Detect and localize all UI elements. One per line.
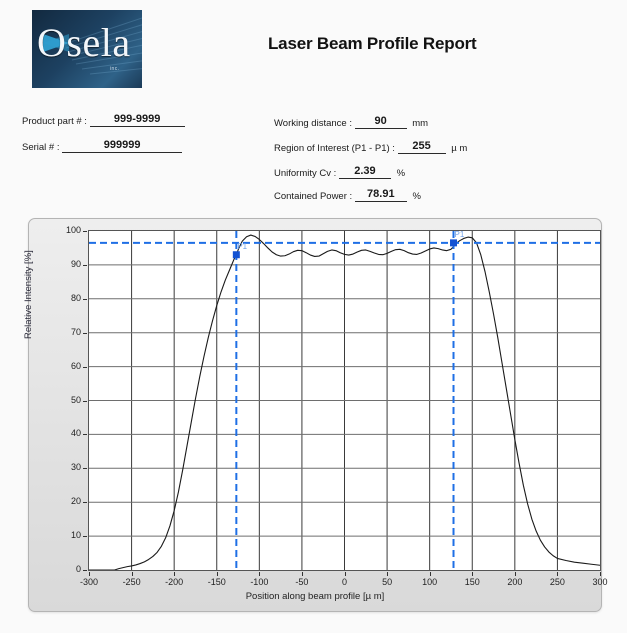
report-header: Osela inc. Laser Beam Profile Report Pro…	[0, 0, 627, 210]
annotation-label-p1: P1	[454, 229, 465, 239]
field-region-of-interest: Region of Interest (P1 - P1) : 255 µ m	[274, 140, 467, 154]
x-axis-tick	[131, 572, 133, 576]
y-axis-tick	[83, 332, 87, 334]
y-axis-tick-label: 70	[70, 326, 81, 337]
field-serial: Serial # : 999999	[22, 139, 183, 153]
x-axis-tick	[472, 572, 474, 576]
field-serial-label: Serial # :	[22, 142, 60, 153]
field-contained-power: Contained Power : 78.91 %	[274, 188, 421, 202]
field-working-distance-value: 90	[354, 115, 407, 129]
x-axis-title: Position along beam profile [µ m]	[245, 591, 385, 602]
y-axis-tick	[83, 434, 87, 436]
field-uniformity-cv-label: Uniformity Cv :	[274, 168, 337, 179]
y-axis-tick-label: 30	[70, 462, 81, 473]
field-serial-value: 999999	[62, 139, 183, 153]
x-axis-tick	[557, 572, 559, 576]
field-working-distance-unit: mm	[412, 118, 429, 129]
y-axis-tick-label: 20	[70, 496, 81, 507]
y-axis-tick-label: 100	[65, 225, 81, 235]
field-contained-power-unit: %	[412, 191, 421, 202]
field-uniformity-cv: Uniformity Cv : 2.39 %	[274, 165, 405, 179]
y-axis-tick	[83, 298, 87, 300]
beam-profile-svg	[89, 231, 600, 570]
y-axis-tick	[83, 366, 87, 368]
x-axis-tick-label: 50	[382, 577, 393, 587]
y-axis-tick-label: 40	[70, 428, 81, 439]
field-region-of-interest-value: 255	[397, 140, 446, 154]
x-axis-tick-label: -250	[122, 577, 141, 587]
osela-logo: Osela inc.	[32, 10, 142, 88]
field-contained-power-value: 78.91	[354, 188, 407, 202]
field-working-distance: Working distance : 90 mm	[274, 115, 428, 129]
y-axis-tick	[83, 264, 87, 266]
y-axis-title: Relative Intensity [%]	[23, 250, 34, 339]
field-product-part-label: Product part # :	[22, 116, 87, 127]
y-axis-tick-label: 0	[75, 564, 81, 574]
x-axis-tick	[259, 572, 261, 576]
logo-inc-text: inc.	[110, 66, 120, 72]
y-axis-tick	[83, 468, 87, 470]
y-axis-tick	[83, 536, 87, 538]
x-axis-tick-label: 150	[464, 577, 480, 587]
x-axis-tick-label: 300	[592, 577, 608, 587]
x-axis-tick-label: 200	[507, 577, 523, 587]
x-axis-tick	[89, 572, 90, 576]
x-axis-tick-label: 0	[341, 577, 347, 587]
y-axis-tick	[83, 570, 87, 571]
x-axis-tick	[216, 572, 218, 576]
field-region-of-interest-unit: µ m	[451, 143, 468, 154]
x-axis-tick-label: 100	[422, 577, 438, 587]
page-title: Laser Beam Profile Report	[268, 34, 477, 53]
beam-profile-plot	[88, 230, 601, 571]
y-axis-tick	[83, 231, 87, 232]
x-axis-tick-label: 250	[549, 577, 565, 587]
x-axis-tick	[429, 572, 431, 576]
x-axis-tick	[387, 572, 389, 576]
x-axis-tick	[514, 572, 516, 576]
field-contained-power-label: Contained Power :	[274, 191, 353, 202]
y-axis-tick-label: 90	[70, 258, 81, 269]
beam-profile-chart-panel: Relative Intensity [%] Position along be…	[23, 218, 608, 612]
field-region-of-interest-label: Region of Interest (P1 - P1) :	[274, 143, 395, 154]
y-axis-tick	[83, 502, 87, 504]
field-working-distance-label: Working distance :	[274, 118, 352, 129]
y-axis-tick-label: 50	[70, 394, 81, 405]
field-product-part-value: 999-9999	[89, 113, 185, 127]
x-axis-tick	[174, 572, 176, 576]
x-axis-tick	[344, 572, 346, 576]
x-axis-tick	[600, 572, 601, 576]
y-axis-tick	[83, 400, 87, 402]
field-uniformity-cv-value: 2.39	[338, 165, 391, 179]
y-axis-tick-label: 60	[70, 360, 81, 371]
y-axis-tick-label: 80	[70, 292, 81, 303]
field-product-part: Product part # : 999-9999	[22, 113, 185, 127]
x-axis-tick-label: -300	[79, 577, 98, 587]
logo-wordmark: Osela	[37, 20, 131, 65]
x-axis-tick-label: -100	[250, 577, 269, 587]
y-axis-tick-label: 10	[70, 530, 81, 541]
annotation-label-p1: P1	[237, 241, 248, 251]
x-axis-tick-label: -150	[207, 577, 226, 587]
x-axis-tick-label: -50	[295, 577, 309, 587]
x-axis-tick-label: -200	[165, 577, 184, 587]
x-axis-tick	[301, 572, 303, 576]
field-uniformity-cv-unit: %	[396, 168, 406, 179]
